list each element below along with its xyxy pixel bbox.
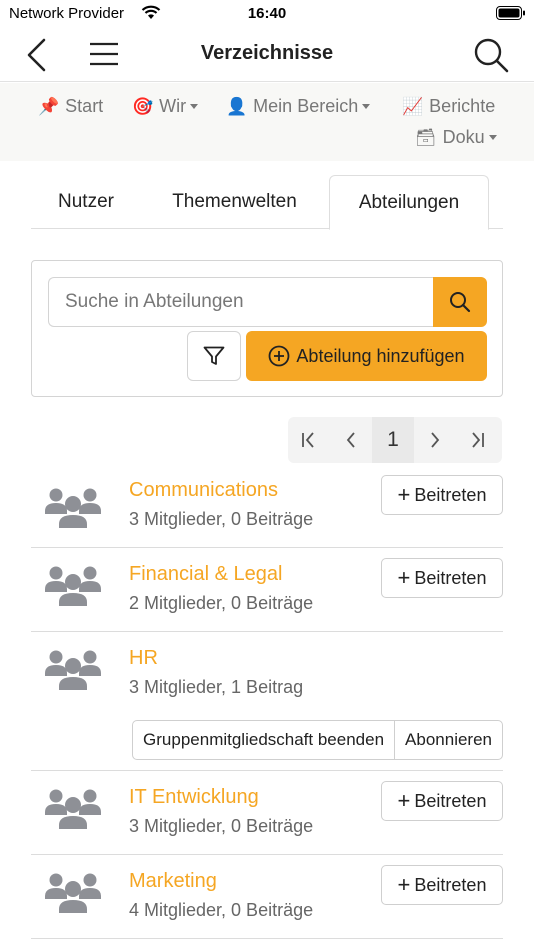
list-item: IT Entwicklung 3 Mitglieder, 0 Beiträge … <box>31 771 503 855</box>
plus-icon: + <box>397 482 411 507</box>
department-meta: 2 Mitglieder, 0 Beiträge <box>129 593 314 613</box>
menu-item-doku[interactable]: 🗃 Doku <box>415 127 497 148</box>
leave-group-button[interactable]: Gruppenmitgliedschaft beenden <box>133 721 394 759</box>
plus-circle-icon <box>269 345 290 367</box>
navigation-bar: Verzeichnisse <box>0 28 534 82</box>
search-icon <box>450 292 471 313</box>
battery-icon <box>496 6 526 26</box>
join-button[interactable]: + Beitreten <box>381 781 503 821</box>
menu-item-berichte[interactable]: 📈 Berichte <box>402 96 495 117</box>
status-bar: Network Provider 16:40 <box>0 0 534 28</box>
list-item: HR 3 Mitglieder, 1 Beitrag Gruppenmitgli… <box>31 632 503 771</box>
search-input[interactable]: Suche in Abteilungen <box>48 277 434 327</box>
join-label: Beitreten <box>414 484 487 505</box>
tab-themenwelten[interactable]: Themenwelten <box>151 175 318 229</box>
chart-icon: 📈 <box>402 96 424 117</box>
menu-item-wir[interactable]: 🎯 Wir <box>132 96 199 117</box>
department-name-link[interactable]: IT Entwicklung <box>129 786 259 809</box>
group-icon <box>45 785 101 833</box>
menu-item-mein-bereich[interactable]: 👤 Mein Bereich <box>226 96 371 117</box>
file-box-icon: 🗃 <box>415 127 437 148</box>
group-icon <box>45 562 101 610</box>
menu-item-start[interactable]: 📌 Start <box>38 96 103 117</box>
filter-button[interactable] <box>187 331 241 381</box>
menu-item-label: Mein Bereich <box>253 96 359 116</box>
menu-item-label: Wir <box>159 96 187 116</box>
previous-page-icon[interactable] <box>330 417 372 463</box>
list-item: Communications 3 Mitglieder, 0 Beiträge … <box>31 470 503 548</box>
pagination: 1 <box>288 417 502 463</box>
caret-down-icon <box>488 135 497 140</box>
user-icon: 👤 <box>226 96 248 117</box>
plus-icon: + <box>397 872 411 897</box>
membership-button-group: Gruppenmitgliedschaft beenden Abonnieren <box>132 720 503 760</box>
join-button[interactable]: + Beitreten <box>381 865 503 905</box>
department-meta: 3 Mitglieder, 1 Beitrag <box>129 677 304 697</box>
group-icon <box>45 869 101 917</box>
group-icon <box>45 484 101 532</box>
plus-icon: + <box>397 788 411 813</box>
department-meta: 4 Mitglieder, 0 Beiträge <box>129 900 314 920</box>
department-name-link[interactable]: Financial & Legal <box>129 563 282 586</box>
caret-down-icon <box>190 104 199 109</box>
subscribe-button[interactable]: Abonnieren <box>394 721 502 759</box>
menu-item-label: Start <box>65 96 104 116</box>
join-label: Beitreten <box>414 874 487 895</box>
list-item: Marketing 4 Mitglieder, 0 Beiträge + Bei… <box>31 855 503 939</box>
join-label: Beitreten <box>414 790 487 811</box>
target-icon: 🎯 <box>132 96 154 117</box>
current-page[interactable]: 1 <box>372 417 414 463</box>
add-department-label: Abteilung hinzufügen <box>296 345 465 366</box>
menu-item-label: Doku <box>442 127 485 147</box>
search-card: Suche in Abteilungen Abteilung hinzufüge… <box>31 260 503 397</box>
tab-nutzer[interactable]: Nutzer <box>37 175 135 229</box>
join-button[interactable]: + Beitreten <box>381 475 503 515</box>
menu-item-label: Berichte <box>429 96 496 116</box>
department-name-link[interactable]: HR <box>129 647 158 670</box>
department-name-link[interactable]: Marketing <box>129 870 217 893</box>
department-meta: 3 Mitglieder, 0 Beiträge <box>129 816 314 836</box>
search-button[interactable] <box>433 277 487 327</box>
clock: 16:40 <box>247 5 287 22</box>
department-meta: 3 Mitglieder, 0 Beiträge <box>129 509 314 529</box>
page-title: Verzeichnisse <box>200 42 334 64</box>
list-item: Financial & Legal 2 Mitglieder, 0 Beiträ… <box>31 548 503 632</box>
department-name-link[interactable]: Communications <box>129 479 278 502</box>
next-page-icon[interactable] <box>414 417 456 463</box>
pin-icon: 📌 <box>38 96 60 117</box>
group-icon <box>45 646 101 694</box>
plus-icon: + <box>397 565 411 590</box>
join-button[interactable]: + Beitreten <box>381 558 503 598</box>
last-page-icon[interactable] <box>456 417 498 463</box>
tab-bar: Nutzer Themenwelten Abteilungen <box>31 175 503 230</box>
search-icon[interactable] <box>472 36 510 74</box>
add-department-button[interactable]: Abteilung hinzufügen <box>246 331 487 381</box>
join-label: Beitreten <box>414 567 487 588</box>
main-menu: 📌 Start 🎯 Wir 👤 Mein Bereich 📈 Berichte … <box>0 83 534 161</box>
filter-icon <box>203 346 225 365</box>
caret-down-icon <box>362 104 371 109</box>
tab-abteilungen[interactable]: Abteilungen <box>329 175 489 230</box>
first-page-icon[interactable] <box>288 417 330 463</box>
